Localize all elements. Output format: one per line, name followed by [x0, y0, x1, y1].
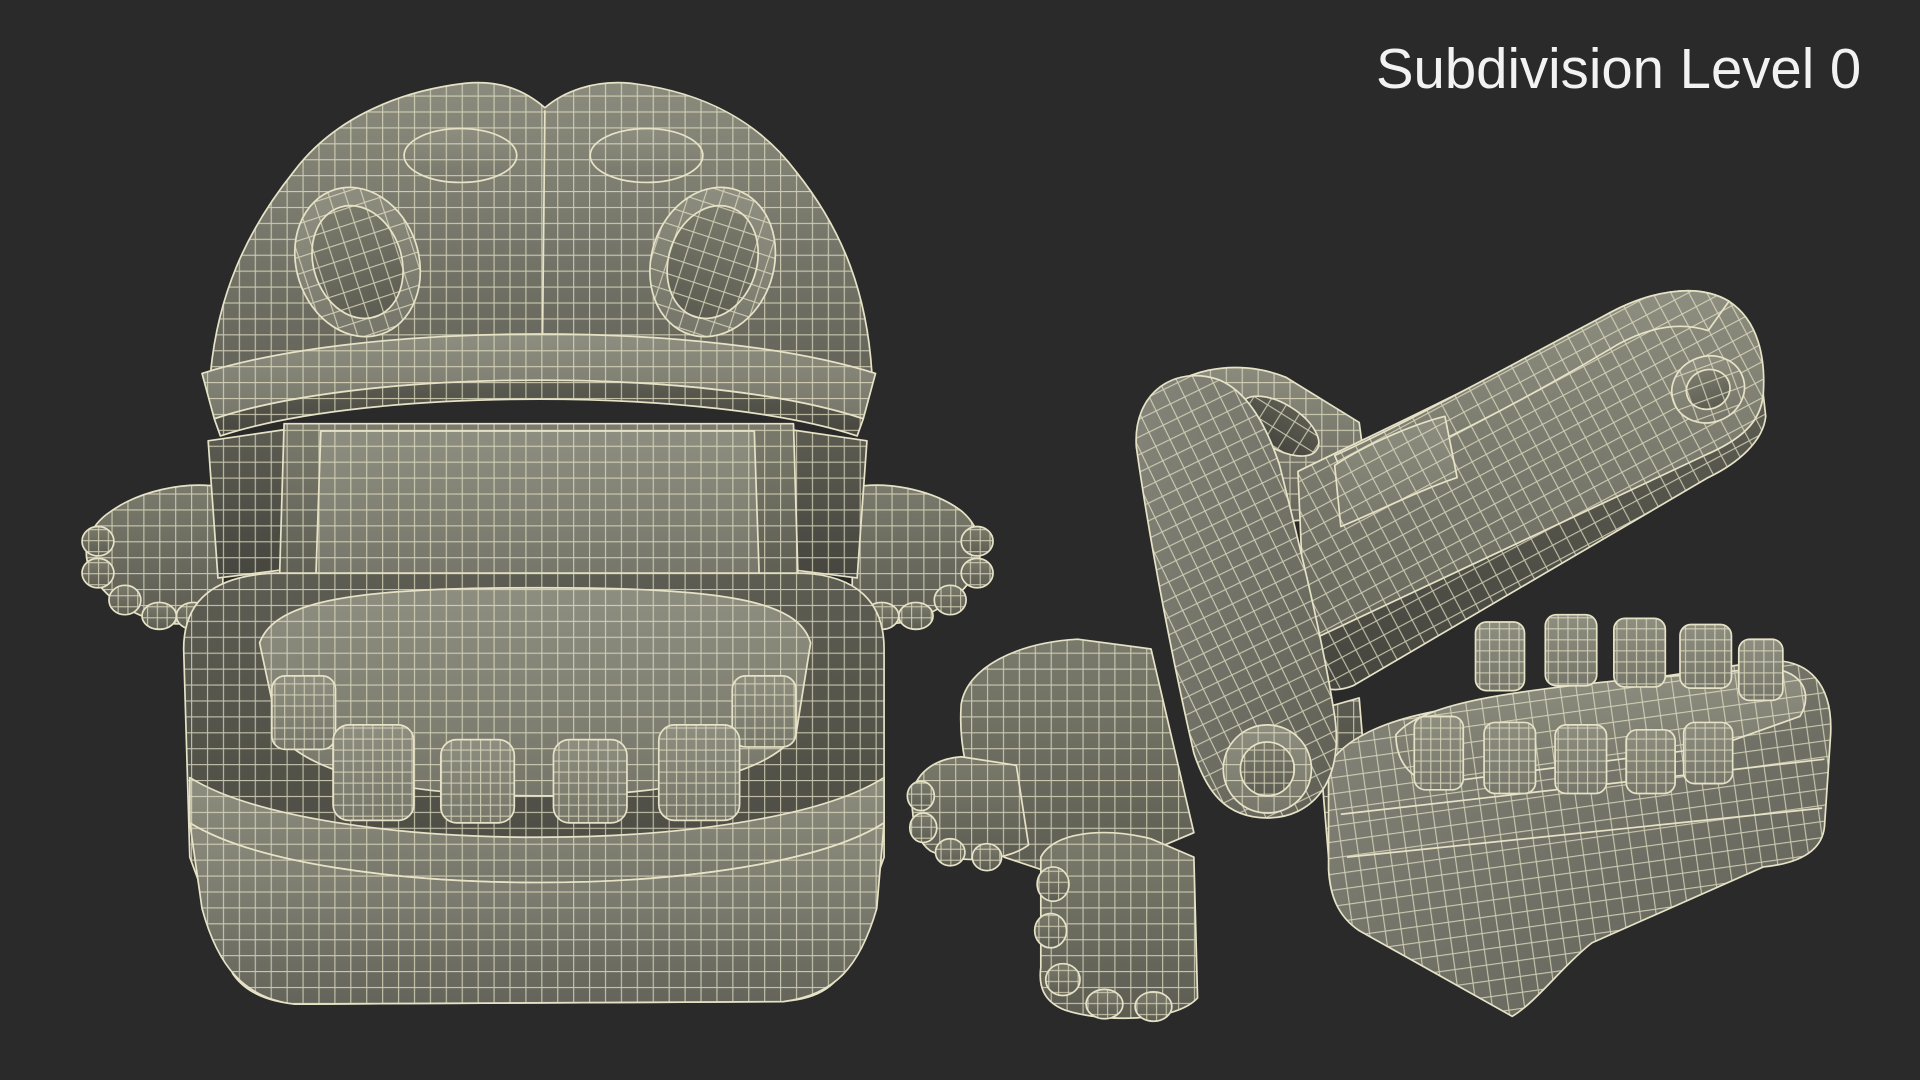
left-eye-bump-wireframe [404, 128, 517, 183]
hind-foot-toe-wireframe [1037, 866, 1069, 902]
front-tooth-wireframe [1626, 729, 1676, 794]
render-viewport: Subdivision Level 0 [0, 0, 1920, 1080]
right-foot-toe-wireframe [934, 585, 967, 615]
front-tooth-wireframe [1414, 716, 1464, 790]
back-tooth-wireframe [1613, 618, 1666, 687]
back-tooth-wireframe [1680, 624, 1732, 689]
arm-joint-inner-wireframe [1240, 742, 1295, 796]
left-foot-toe-wireframe [82, 558, 114, 588]
hind-foot-toe-wireframe [1086, 989, 1123, 1019]
back-tooth-wireframe [1545, 614, 1597, 686]
hind-foot-toe-wireframe [1034, 913, 1067, 948]
tooth-wireframe [658, 724, 740, 821]
left-foot-toe-wireframe [108, 585, 141, 615]
tooth-wireframe [333, 724, 414, 821]
hind-foot-toe-wireframe [1045, 963, 1080, 996]
tooth-wireframe [553, 739, 627, 823]
subdivision-level-label: Subdivision Level 0 [1376, 37, 1861, 100]
tooth-wireframe [271, 675, 336, 750]
mouth-palate-wireframe [315, 431, 760, 576]
front-tooth-wireframe [1683, 722, 1733, 784]
left-foot-toe-wireframe [142, 602, 177, 630]
right-foot-toe-wireframe [961, 558, 994, 588]
tooth-wireframe [440, 739, 515, 823]
front-foot-toe-wireframe [909, 813, 937, 843]
front-tooth-wireframe [1484, 722, 1536, 794]
front-foot-toe-wireframe [935, 838, 965, 866]
right-eye-bump-wireframe [590, 128, 703, 183]
front-foot-toe-wireframe [907, 781, 935, 811]
left-foot-toe-wireframe [82, 526, 114, 556]
tooth-wireframe [732, 675, 796, 747]
front-foot-toe-wireframe [972, 843, 1002, 871]
right-foot-toe-wireframe [961, 526, 994, 556]
front-tooth-wireframe [1555, 724, 1607, 794]
hind-foot-toe-wireframe [1135, 991, 1172, 1022]
back-tooth-wireframe [1475, 622, 1525, 691]
back-tooth-wireframe [1738, 639, 1783, 701]
right-foot-toe-wireframe [898, 602, 934, 630]
